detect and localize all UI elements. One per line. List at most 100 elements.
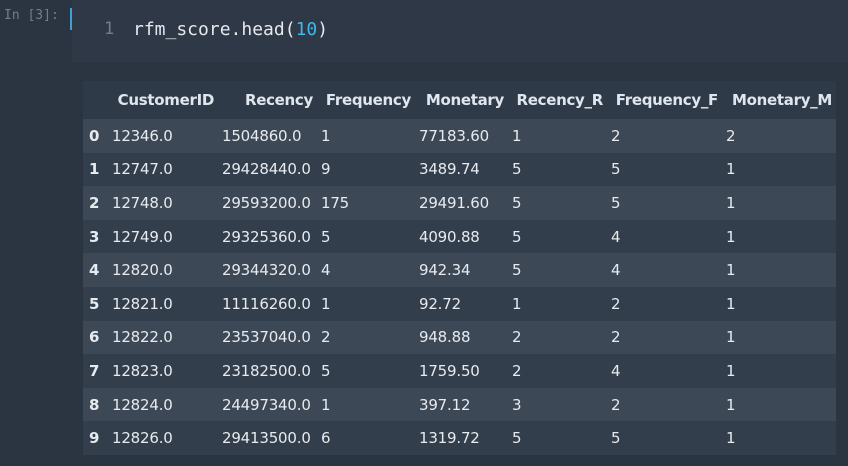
- cell-monetary: 1759.50: [419, 361, 480, 380]
- cell-output: CustomerID Recency Frequency Monetary Re…: [83, 81, 836, 455]
- header-frequency: Frequency: [325, 91, 411, 109]
- table-row: 7 12823.0 23182500.0 5 1759.50 2 4 1: [83, 354, 836, 388]
- cell-recency-r: 1: [512, 126, 522, 145]
- cell-monetary-m: 2: [726, 126, 736, 145]
- row-index: 0: [89, 126, 100, 145]
- code-close-paren: ): [317, 19, 329, 40]
- cell-recency-r: 5: [512, 261, 522, 280]
- cell-monetary-m: 1: [726, 261, 736, 280]
- cell-customerid: 12749.0: [112, 227, 173, 246]
- cell-recency-r: 5: [512, 227, 522, 246]
- cell-frequency-f: 5: [611, 160, 621, 179]
- row-index: 3: [89, 227, 100, 246]
- cell-recency-r: 3: [512, 395, 522, 414]
- cell-monetary: 29491.60: [419, 193, 489, 212]
- table-row: 8 12824.0 24497340.0 1 397.12 3 2 1: [83, 387, 836, 422]
- cell-monetary-m: 1: [726, 429, 736, 448]
- header-monetary: Monetary: [425, 91, 504, 109]
- table-row: 1 12747.0 29428440.0 9 3489.74 5 5 1: [83, 152, 836, 187]
- header-customerid: CustomerID: [117, 91, 215, 109]
- cell-frequency-f: 5: [611, 429, 621, 448]
- cell-monetary-m: 1: [726, 227, 736, 246]
- cell-recency: 29325360.0: [222, 227, 311, 246]
- code-number-arg: 10: [295, 19, 318, 40]
- table-row: 0 12346.0 1504860.0 1 77183.60 1 2 2: [83, 119, 836, 153]
- row-index: 4: [89, 261, 100, 280]
- cell-recency: 29413500.0: [222, 429, 311, 448]
- cell-frequency: 6: [321, 429, 331, 448]
- cell-frequency-f: 2: [611, 294, 621, 313]
- row-index: 6: [89, 328, 100, 347]
- dataframe-table: CustomerID Recency Frequency Monetary Re…: [83, 81, 836, 455]
- cell-customerid: 12747.0: [112, 160, 173, 179]
- cell-monetary: 3489.74: [419, 160, 480, 179]
- table-row: 4 12820.0 29344320.0 4 942.34 5 4 1: [83, 253, 836, 287]
- cell-prompt: In [3]:: [4, 8, 59, 23]
- cell-customerid: 12824.0: [112, 395, 173, 414]
- cell-recency: 29428440.0: [222, 160, 311, 179]
- code-editor[interactable]: 1 rfm_score.head(10): [72, 0, 848, 62]
- cell-customerid: 12820.0: [112, 261, 173, 280]
- cell-recency-r: 5: [512, 193, 522, 212]
- row-index: 5: [89, 294, 100, 313]
- cell-recency-r: 5: [512, 429, 522, 448]
- cell-frequency-f: 4: [611, 227, 621, 246]
- cell-frequency-f: 2: [611, 126, 621, 145]
- cell-recency-r: 1: [512, 294, 522, 313]
- row-index: 8: [89, 395, 100, 414]
- line-number: 1: [104, 19, 115, 39]
- cell-frequency: 2: [321, 328, 331, 347]
- header-frequency-f: Frequency_F: [615, 91, 719, 109]
- table-row: 3 12749.0 29325360.0 5 4090.88 5 4 1: [83, 219, 836, 254]
- table-row: 5 12821.0 11116260.0 1 92.72 1 2 1: [83, 286, 836, 321]
- cell-frequency-f: 2: [611, 328, 621, 347]
- header-recency-r: Recency_R: [516, 91, 604, 109]
- cell-customerid: 12821.0: [112, 294, 173, 313]
- cell-monetary-m: 1: [726, 160, 736, 179]
- cell-frequency: 1: [321, 294, 331, 313]
- code-line[interactable]: rfm_score.head(10): [133, 19, 328, 40]
- header-recency: Recency: [244, 91, 313, 109]
- row-index: 1: [89, 160, 100, 179]
- cell-frequency: 175: [321, 193, 350, 212]
- cell-recency-r: 5: [512, 160, 522, 179]
- cell-customerid: 12823.0: [112, 361, 173, 380]
- cell-frequency: 4: [321, 261, 331, 280]
- cell-recency: 24497340.0: [222, 395, 311, 414]
- header-monetary-m: Monetary_M: [732, 91, 832, 109]
- input-cell[interactable]: In [3]: 1 rfm_score.head(10): [0, 0, 848, 62]
- cell-frequency-f: 4: [611, 361, 621, 380]
- table-row: 6 12822.0 23537040.0 2 948.88 2 2 1: [83, 320, 836, 355]
- cell-frequency: 5: [321, 361, 331, 380]
- cell-frequency: 1: [321, 126, 331, 145]
- header-index: [83, 81, 108, 119]
- cell-frequency: 9: [321, 160, 331, 179]
- cell-monetary: 942.34: [419, 261, 471, 280]
- cell-monetary: 4090.88: [419, 227, 480, 246]
- cell-monetary-m: 1: [726, 395, 736, 414]
- cell-frequency-f: 2: [611, 395, 621, 414]
- cell-customerid: 12346.0: [112, 126, 173, 145]
- row-index: 9: [89, 429, 100, 448]
- cell-monetary-m: 1: [726, 328, 736, 347]
- cell-monetary-m: 1: [726, 193, 736, 212]
- cell-monetary: 92.72: [419, 294, 461, 313]
- cell-recency: 1504860.0: [222, 126, 302, 145]
- cell-recency: 29593200.0: [222, 193, 311, 212]
- cell-recency: 23537040.0: [222, 328, 311, 347]
- cell-monetary-m: 1: [726, 361, 736, 380]
- cell-recency: 23182500.0: [222, 361, 311, 380]
- row-index: 7: [89, 361, 100, 380]
- cell-monetary: 397.12: [419, 395, 471, 414]
- cell-frequency: 1: [321, 395, 331, 414]
- cell-recency-r: 2: [512, 328, 522, 347]
- cell-customerid: 12748.0: [112, 193, 173, 212]
- cell-monetary: 77183.60: [419, 126, 489, 145]
- notebook-page: In [3]: 1 rfm_score.head(10) CustomerID …: [0, 0, 848, 466]
- cell-recency: 11116260.0: [222, 294, 311, 313]
- cell-recency: 29344320.0: [222, 261, 311, 280]
- cell-monetary: 1319.72: [419, 429, 480, 448]
- table-header-row: CustomerID Recency Frequency Monetary Re…: [83, 81, 836, 119]
- cell-customerid: 12826.0: [112, 429, 173, 448]
- cell-customerid: 12822.0: [112, 328, 173, 347]
